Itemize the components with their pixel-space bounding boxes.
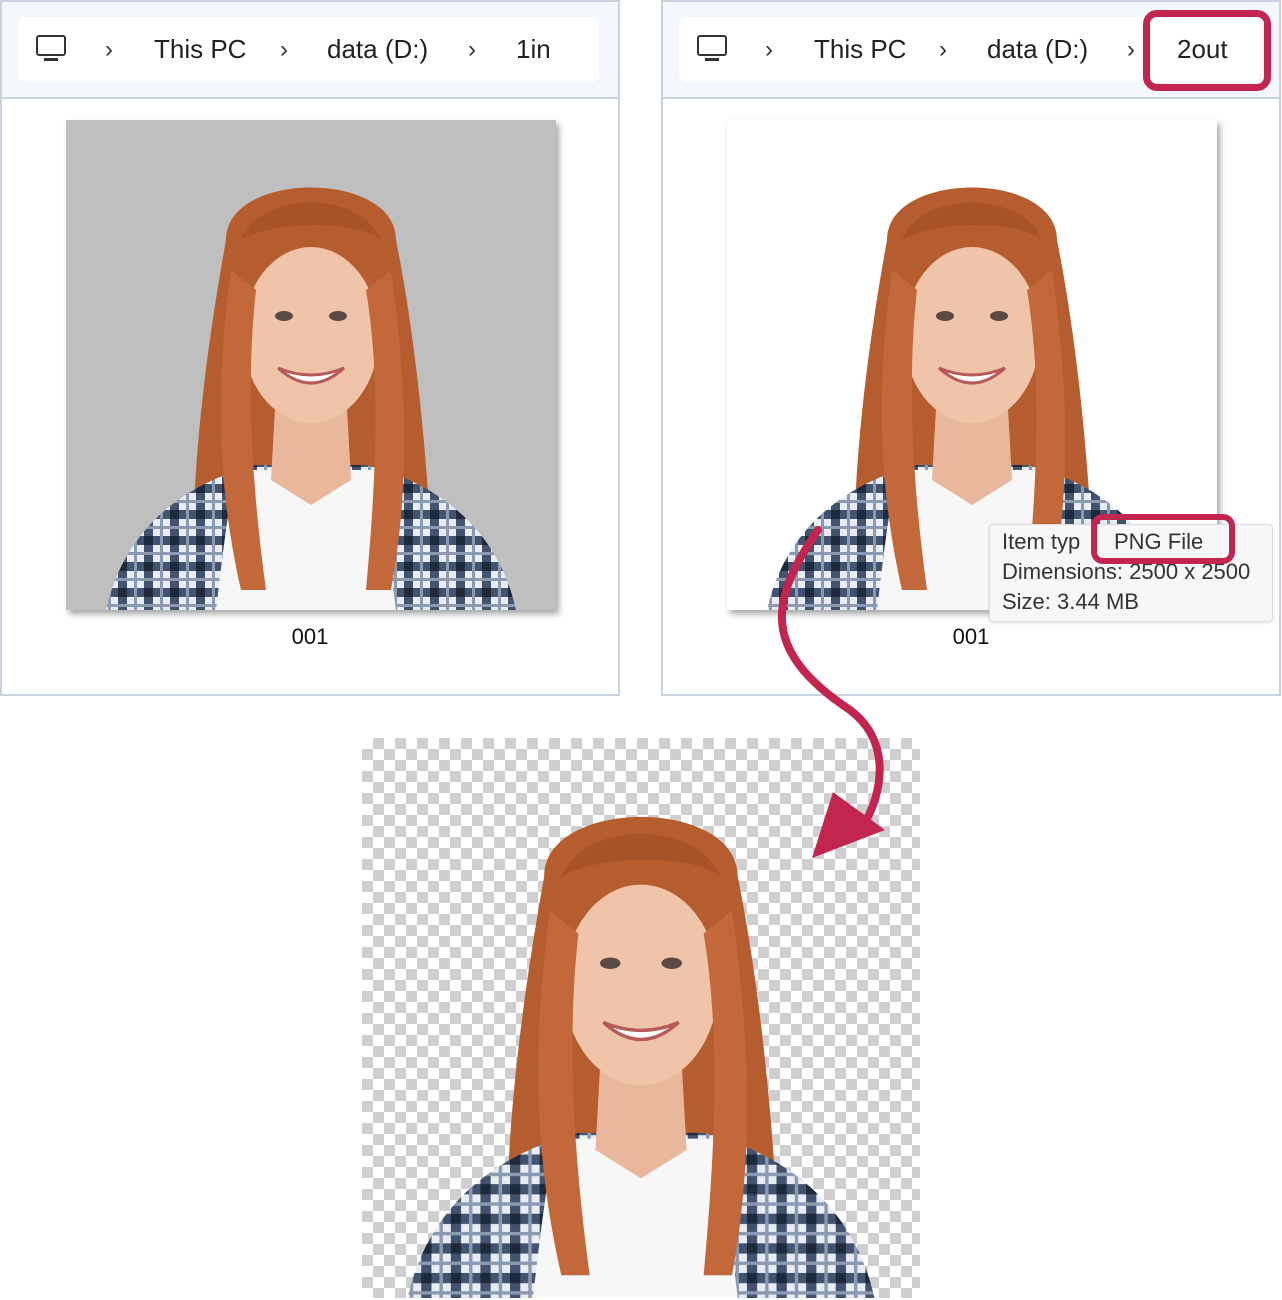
curved-arrow-icon — [778, 526, 885, 858]
